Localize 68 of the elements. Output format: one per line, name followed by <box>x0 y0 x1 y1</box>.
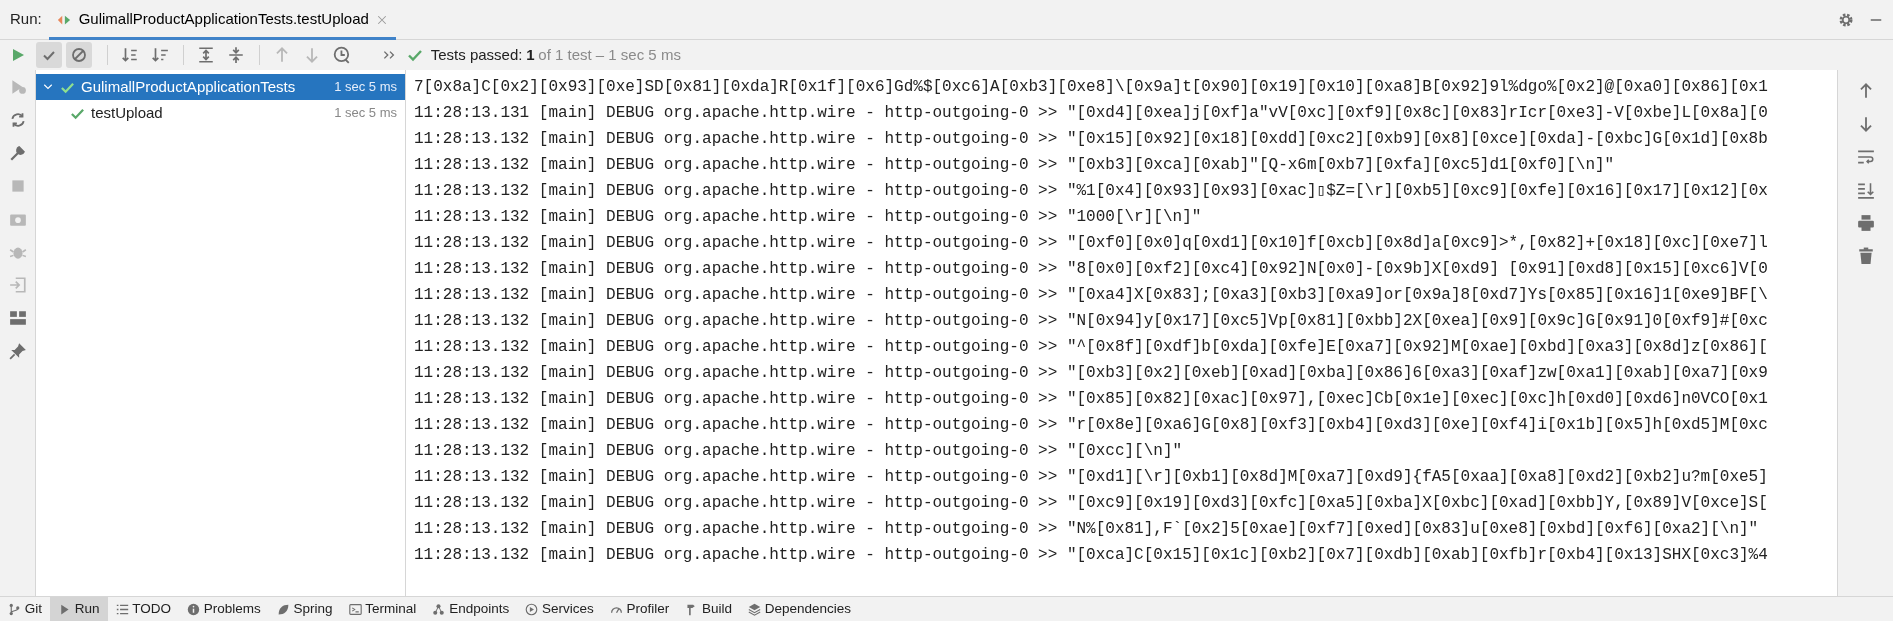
log-line: 11:28:13.132 [main] DEBUG org.apache.http.wire - http-outgoing-0 >> "[0xca]C[0x15][0x1c][0xb2][0x7][0xdb][0xab][0xfb]r[0xb4][0x13]SHX[0xc3]%4 <box>414 545 1769 566</box>
tool-window-button[interactable]: TODO <box>107 596 180 621</box>
log-line: 7[0x8a]C[0x2][0x93][0xe]SD[0x81][0xda]R[0x1f][0x6]Gd%$[0xc6]A[0xb3][0xe8]\[0x9a]t[0x90][0x19][0x10][0xa8]B[0x92]9l%dgo%[0x2]@[0xa0][0x86][0x1 <box>414 77 1769 98</box>
collapse-all-icon[interactable] <box>227 46 246 64</box>
tool-window-button[interactable]: Spring <box>268 596 341 621</box>
ban-icon <box>70 47 87 63</box>
tree-row[interactable]: testUpload 1 sec 5 ms <box>36 100 405 126</box>
run-tab[interactable]: GulimallProductApplicationTests.testUpload <box>49 0 397 40</box>
tool-window-button[interactable]: Run <box>50 596 108 621</box>
status-detail: of 1 test – 1 sec 5 ms <box>538 44 681 65</box>
log-line: 11:28:13.132 [main] DEBUG org.apache.http.wire - http-outgoing-0 >> "8[0x0][0xf2][0xc4][0x92]N[0x0]-[0x9b]X[0xd9] [0x91][0xd8][0x15][0xc6]V[0 <box>414 259 1769 280</box>
nodes-icon <box>432 602 446 616</box>
scroll-to-end-icon[interactable] <box>1856 181 1875 199</box>
log-line: 11:28:13.132 [main] DEBUG org.apache.http.wire - http-outgoing-0 >> "[0xd1][\r][0xb1][0x8d]M[0xa7][0xd9]{fA5[0xaa][0xa8][0xd2][0xb2]u?m[0xe5] <box>414 467 1769 488</box>
tool-window-button[interactable]: Endpoints <box>424 596 518 621</box>
log-line: 11:28:13.131 [main] DEBUG org.apache.http.wire - http-outgoing-0 >> "[0xd4][0xea]j[0xf]a"vV[0xc][0xf9][0x8c][0x83]rIcr[0xe3]-V[0xbe]L[0x8a][0 <box>414 103 1769 124</box>
tool-window-button[interactable]: Terminal <box>340 596 425 621</box>
sort-icon[interactable] <box>151 46 170 64</box>
log-line: 11:28:13.132 [main] DEBUG org.apache.http.wire - http-outgoing-0 >> "[0xb3][0xca][0xab]"[Q-x6m[0xb7][0xfa][0xc5]d1[0xf0][\n]" <box>414 155 1616 176</box>
test-name: GulimallProductApplicationTests <box>81 76 296 97</box>
expand-all-icon[interactable] <box>197 46 216 64</box>
tree-row[interactable]: GulimallProductApplicationTests 1 sec 5 ms <box>36 74 405 100</box>
settings-icon[interactable] <box>1838 11 1854 28</box>
tool-window-button[interactable]: Services <box>517 596 602 621</box>
tool-window-button[interactable]: Build <box>677 596 740 621</box>
tool-window-button[interactable]: Problems <box>179 596 269 621</box>
terminal-icon <box>348 602 362 616</box>
log-line: 11:28:13.132 [main] DEBUG org.apache.http.wire - http-outgoing-0 >> "N[0x94]y[0x17][0xc5]Vp[0x81][0xbb]2X[0xea][0x9][0x9c]G[0x91]0[0xf9]#[0xc <box>414 311 1769 332</box>
log-line: 11:28:13.132 [main] DEBUG org.apache.http.wire - http-outgoing-0 >> "1000[\r][\n]" <box>414 207 1203 228</box>
tool-window-button[interactable]: Git <box>0 596 50 621</box>
test-duration: 1 sec 5 ms <box>334 104 397 123</box>
log-line: 11:28:13.132 [main] DEBUG org.apache.http.wire - http-outgoing-0 >> "[0xf0][0x0]q[0xd1][0x10]f[0xcb][0x8d]a[0xc9]>*,[0x82]+[0x18][0xc][0xe7]l <box>414 233 1769 254</box>
sort-icon[interactable] <box>121 46 140 64</box>
tool-window-button[interactable]: Profiler <box>601 596 678 621</box>
log-line: 11:28:13.132 [main] DEBUG org.apache.http.wire - http-outgoing-0 >> "%1[0x4][0x93][0x93][0xac]▯$Z=[\r][0xb5][0xc9][0xfe][0x16][0x17][0x12][0x <box>414 181 1769 202</box>
trash-icon[interactable] <box>1856 247 1875 265</box>
log-line: 11:28:13.132 [main] DEBUG org.apache.http.wire - http-outgoing-0 >> "[0x85][0x82][0xac][0x97],[0xec]Cb[0x1e][0xec][0xc]h[0xd0][0xd6]n0VCO[0x1 <box>414 389 1769 410</box>
log-line: 11:28:13.132 [main] DEBUG org.apache.http.wire - http-outgoing-0 >> "[0x15][0x92][0x18][0xdd][0xc2][0xb9][0x8][0xce][0xda]-[0xbc]G[0x1d][0x8b <box>414 129 1769 150</box>
list-icon <box>115 602 129 616</box>
info-icon <box>187 602 201 616</box>
soft-wrap-icon[interactable] <box>1856 148 1875 166</box>
pin-icon[interactable] <box>8 342 27 360</box>
print-icon[interactable] <box>1856 214 1875 232</box>
test-duration: 1 sec 5 ms <box>334 78 397 97</box>
log-line: 11:28:13.132 [main] DEBUG org.apache.http.wire - http-outgoing-0 >> "[0xc9][0x19][0xd3][0xfc][0xa5][0xba]X[0xbc][0xad][0xbb]Y,[0x89]V[0xce]S[ <box>414 493 1769 514</box>
branch-icon <box>8 602 21 616</box>
services-icon <box>525 602 539 616</box>
wrench-icon[interactable] <box>8 144 27 162</box>
log-line: 11:28:13.132 [main] DEBUG org.apache.http.wire - http-outgoing-0 >> "N%[0x81],F`[0x2]5[0xae][0xf7][0xed][0x83]u[0xe8][0xbd][0xf6][0xa2][\n]" <box>414 519 1760 540</box>
history-icon[interactable] <box>333 46 352 64</box>
layers-icon <box>748 602 761 616</box>
log-line: 11:28:13.132 [main] DEBUG org.apache.http.wire - http-outgoing-0 >> "[0xa4]X[0x83];[0xa3][0xb3][0xa9]or[0x9a]8[0xd7]Ys[0x85][0x16]1[0xe9]BF[\ <box>414 285 1769 306</box>
log-line: 11:28:13.132 [main] DEBUG org.apache.http.wire - http-outgoing-0 >> "^[0x8f][0xdf]b[0xda][0xfe]E[0xa7][0x92]M[0xae][0xbd][0xa3][0x8d]z[0x86][ <box>414 337 1769 358</box>
status-count: 1 <box>526 44 535 65</box>
toggle-button[interactable] <box>65 42 92 68</box>
toggle-button[interactable] <box>36 42 62 68</box>
log-line: 11:28:13.132 [main] DEBUG org.apache.http.wire - http-outgoing-0 >> "[0xcc][\n]" <box>414 441 1184 462</box>
tab-title: GulimallProductApplicationTests.testUpload <box>78 9 369 30</box>
panel-label: Run: <box>10 9 42 30</box>
log-line: 11:28:13.132 [main] DEBUG org.apache.http.wire - http-outgoing-0 >> "[0xb3][0x2][0xeb][0xad][0xba][0x86]6[0xa3][0xaf]zw[0xa1][0xab][0xa7][0x9 <box>414 363 1769 384</box>
run-icon[interactable] <box>10 47 26 63</box>
layout-icon[interactable] <box>8 309 27 327</box>
test-name: testUpload <box>91 102 163 123</box>
tool-window-button[interactable]: Dependencies <box>740 596 860 621</box>
status-label: Tests passed: <box>430 44 523 65</box>
run-icon <box>58 602 71 616</box>
leaf-icon <box>276 602 290 616</box>
log-line: 11:28:13.132 [main] DEBUG org.apache.http.wire - http-outgoing-0 >> "r[0x8e][0xa6]G[0x8][0xf3][0xb4][0xd3][0xe][0xf4]i[0x1b][0x5]h[0xd5]M[0xc <box>414 415 1769 436</box>
